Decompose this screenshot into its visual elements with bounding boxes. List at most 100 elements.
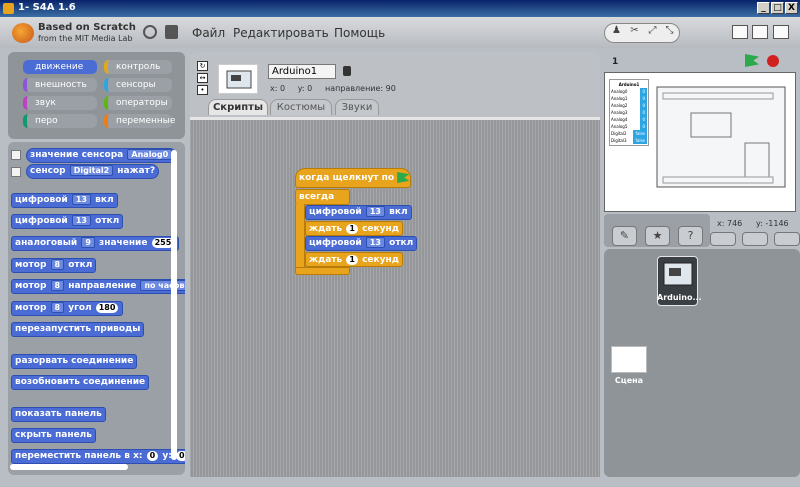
y-input[interactable]: 0 (175, 451, 185, 461)
category-operators[interactable]: операторы (104, 96, 172, 110)
maximize-button[interactable]: □ (771, 2, 784, 14)
motor-dropdown[interactable]: 8 (50, 280, 65, 291)
category-sensing[interactable]: сенсоры (104, 78, 172, 92)
stage-canvas[interactable]: Arduino1 Analog0 0 Analog1 0 Analog2 0 Anal… (604, 72, 796, 212)
script-wait-2[interactable]: ждать 1 секунд (305, 252, 403, 267)
block-label: нажат? (117, 166, 156, 176)
block-label: вкл (389, 207, 408, 217)
category-looks[interactable]: внешность (23, 78, 97, 92)
logo-title: Based on Scratch (38, 22, 136, 33)
block-sensor-pressed[interactable]: сенсор Digital2 нажат? (26, 164, 160, 179)
pin-dropdown[interactable]: 13 (71, 194, 91, 205)
block-motor-direction[interactable]: мотор 8 направление по часово (11, 279, 185, 294)
block-motor-angle[interactable]: мотор 8 угол 180 (11, 301, 124, 316)
when-flag-clicked-block[interactable]: когда щелкнут по (295, 168, 411, 188)
readout-row: Analog3 0 (611, 109, 647, 116)
direction-dropdown[interactable]: по часово (140, 280, 185, 291)
grow-tool-icon[interactable]: ⤢ (645, 25, 660, 40)
app-icon (3, 3, 14, 14)
green-flag-icon[interactable] (745, 54, 759, 67)
block-reconnect[interactable]: возобновить соединение (11, 375, 150, 390)
block-label: цифровой (309, 207, 362, 217)
small-stage-icon[interactable] (752, 25, 768, 39)
category-sound[interactable]: звук (23, 96, 97, 110)
stop-icon[interactable] (767, 55, 779, 67)
block-analog-value[interactable]: аналоговый 9 значение 255 (11, 236, 180, 251)
block-digital-on[interactable]: цифровой 13 вкл (11, 193, 118, 208)
readout-value: 0 (640, 123, 647, 130)
sensor-readout-panel[interactable]: Arduino1 Analog0 0 Analog1 0 Analog2 0 Anal… (609, 79, 649, 146)
save-disk-icon[interactable] (165, 25, 178, 39)
globe-icon[interactable] (143, 25, 157, 39)
block-disconnect[interactable]: разорвать соединение (11, 354, 138, 369)
pin-dropdown[interactable]: 13 (365, 206, 385, 217)
no-rotate-icon[interactable]: • (197, 85, 208, 95)
sensor-value-checkbox[interactable] (11, 150, 21, 160)
angle-input[interactable]: 180 (95, 303, 119, 313)
block-motor-off[interactable]: мотор 8 откл (11, 258, 97, 273)
block-hide-panel[interactable]: скрыть панель (11, 428, 96, 443)
paint-sprite-icon[interactable]: ✎ (612, 226, 637, 246)
delete-tool-icon[interactable]: ✂ (627, 25, 642, 40)
x-input[interactable]: 0 (146, 451, 159, 461)
tab-scripts[interactable]: Скрипты (208, 99, 268, 115)
script-digital-off[interactable]: цифровой 13 откл (305, 236, 418, 251)
category-variables[interactable]: переменные (104, 114, 175, 128)
block-label: ждать (309, 255, 343, 265)
sensor-pressed-checkbox[interactable] (11, 167, 21, 177)
presentation-mode-icon[interactable] (773, 25, 789, 39)
script-wait-1[interactable]: ждать 1 секунд (305, 221, 403, 236)
menu-file[interactable]: Файл (192, 26, 225, 40)
block-sensor-value[interactable]: значение сенсора Analog0 (26, 148, 178, 163)
palette-horizontal-scrollbar[interactable] (10, 464, 128, 470)
tab-sounds[interactable]: Звуки (335, 99, 379, 115)
block-label: вкл (95, 195, 114, 205)
block-show-panel[interactable]: показать панель (11, 407, 106, 422)
block-restart-actuators[interactable]: перезапустить приводы (11, 322, 145, 337)
palette-vertical-scrollbar[interactable] (171, 150, 177, 460)
pin-dropdown[interactable]: 13 (365, 237, 385, 248)
surprise-sprite-icon[interactable]: ? (678, 226, 703, 246)
motor-dropdown[interactable]: 8 (50, 259, 65, 270)
minimize-button[interactable]: _ (757, 2, 770, 14)
wait-input[interactable]: 1 (346, 255, 358, 265)
shrink-tool-icon[interactable]: ⤡ (662, 25, 677, 40)
category-motion[interactable]: движение (23, 60, 97, 74)
tab-costumes[interactable]: Костюмы (270, 99, 332, 115)
wait-input[interactable]: 1 (346, 224, 358, 234)
port-dropdown[interactable]: Analog0 (127, 149, 173, 160)
arduino-board-icon (226, 70, 252, 89)
layout-mode-icon[interactable] (732, 25, 748, 39)
duplicate-tool-icon[interactable]: ♟ (609, 25, 624, 40)
sprite-list-tab[interactable] (710, 232, 736, 246)
forever-block[interactable]: всегда (295, 189, 350, 205)
block-label: значение сенсора (30, 150, 124, 160)
import-sprite-icon[interactable]: ★ (645, 226, 670, 246)
sprite-thumbnail (218, 64, 258, 94)
window-title-bar: 1- S4A 1.6 _ □ X (0, 0, 800, 17)
script-digital-on[interactable]: цифровой 13 вкл (305, 205, 412, 220)
flip-arrow-icon[interactable]: ↔ (197, 73, 208, 83)
block-label: секунд (362, 255, 399, 265)
sprite-list-tab[interactable] (774, 232, 800, 246)
category-control[interactable]: контроль (104, 60, 172, 74)
menu-help[interactable]: Помощь (334, 26, 385, 40)
menu-edit[interactable]: Редактировать (233, 26, 329, 40)
sprite-list-tab[interactable] (742, 232, 768, 246)
rotate-arrow-icon[interactable]: ↻ (197, 61, 208, 71)
close-button[interactable]: X (785, 2, 798, 14)
block-digital-off[interactable]: цифровой 13 откл (11, 214, 124, 229)
block-move-panel[interactable]: переместить панель в x: 0 y: 0 (11, 449, 185, 464)
block-label: откл (68, 260, 93, 270)
pin-dropdown[interactable]: 9 (81, 237, 95, 248)
pin-dropdown[interactable]: 13 (71, 215, 91, 226)
block-label: ждать (309, 224, 343, 234)
category-pen[interactable]: перо (23, 114, 97, 128)
port-dropdown[interactable]: Digital2 (69, 165, 114, 176)
stage-scene-thumbnail[interactable] (611, 346, 647, 373)
lock-icon[interactable] (343, 66, 351, 76)
motor-dropdown[interactable]: 8 (50, 302, 65, 313)
forever-block-foot (295, 267, 350, 275)
sprite-name-field[interactable]: Arduino1 (268, 64, 336, 79)
readout-row: Digital2 false (611, 130, 647, 137)
